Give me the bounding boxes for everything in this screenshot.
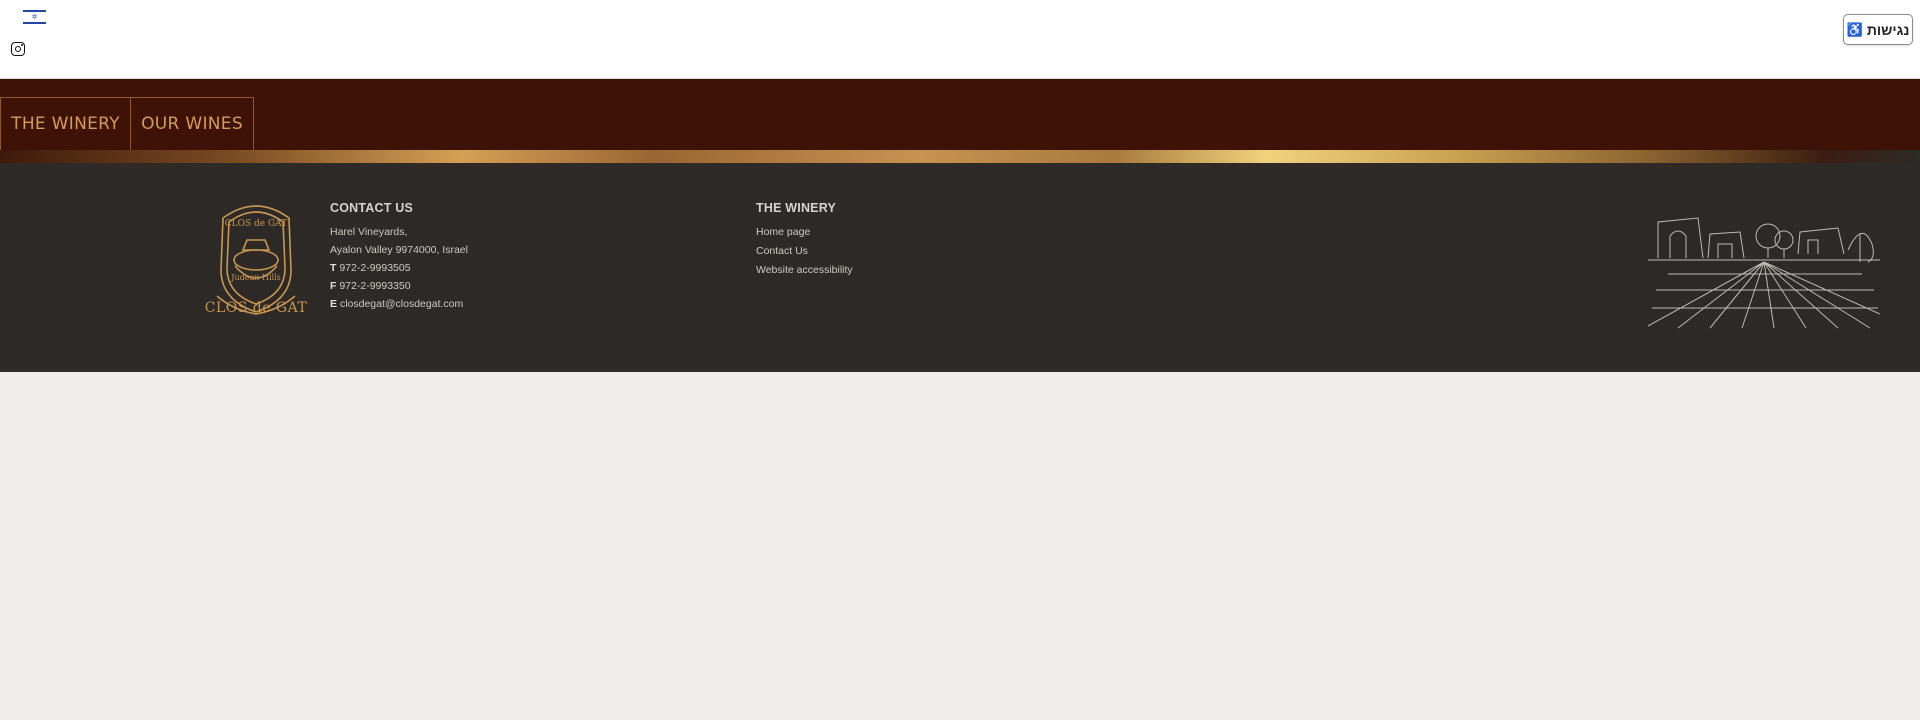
contact-column: CONTACT US Harel Vineyards, Ayalon Valle… — [330, 201, 468, 313]
footer: CLOS de GAT Judean Hills CLOS de GAT CON… — [0, 163, 1920, 372]
contact-us-link[interactable]: Contact Us — [756, 242, 853, 261]
website-accessibility-link[interactable]: Website accessibility — [756, 261, 853, 280]
contact-heading: CONTACT US — [330, 201, 414, 215]
accessibility-label: נגישות — [1866, 21, 1910, 38]
fax-number: 972-2-9993350 — [339, 280, 411, 292]
logo-badge-top: CLOS de GAT — [225, 219, 287, 229]
fax-prefix: F — [330, 280, 337, 292]
home-page-link[interactable]: Home page — [756, 223, 853, 242]
logo-badge-bottom: Judean Hills — [230, 273, 280, 282]
address-line-2: Ayalon Valley 9974000, Israel — [330, 244, 468, 256]
accessibility-button[interactable]: נגישות ♿ — [1843, 14, 1913, 45]
main-navigation: THE WINERY OUR WINES — [0, 79, 1920, 150]
email-line: E closdegat@closdegat.com — [330, 295, 468, 313]
gold-divider — [0, 150, 1920, 163]
email-prefix: E — [330, 298, 338, 310]
phone-line: T 972-2-9993505 — [330, 259, 468, 277]
winery-column: THE WINERY Home page Contact Us Website … — [756, 201, 853, 280]
instagram-icon[interactable] — [11, 42, 25, 56]
email-link[interactable]: closdegat@closdegat.com — [340, 298, 463, 310]
logo-wordmark: CLOS de GAT — [204, 300, 308, 316]
vineyard-sketch-image — [1648, 217, 1880, 329]
winery-heading: THE WINERY — [756, 201, 837, 215]
wheelchair-icon: ♿ — [1846, 21, 1863, 37]
phone-number[interactable]: 972-2-9993505 — [339, 262, 410, 274]
nav-tab-our-wines[interactable]: OUR WINES — [130, 97, 254, 150]
phone-prefix: T — [330, 262, 337, 274]
nav-tab-the-winery[interactable]: THE WINERY — [0, 97, 131, 150]
fax-line: F 972-2-9993350 — [330, 277, 468, 295]
address-line-1: Harel Vineyards, — [330, 226, 408, 238]
top-bar: ✡ נגישות ♿ — [0, 0, 1920, 79]
israel-flag-icon[interactable]: ✡ — [23, 10, 46, 24]
